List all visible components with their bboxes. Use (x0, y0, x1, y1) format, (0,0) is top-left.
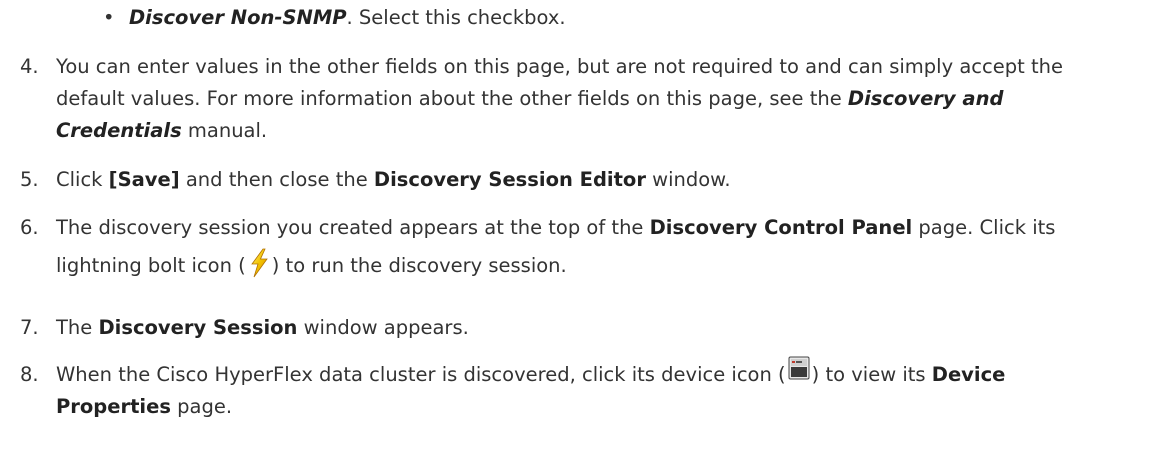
step-text: window. (645, 168, 731, 191)
step-line: default values. For more information abo… (56, 83, 1160, 115)
step-text: window appears. (297, 316, 469, 339)
step-body: You can enter values in the other fields… (56, 51, 1160, 147)
step-text: The discovery session you created appear… (56, 216, 650, 239)
device-label: Device (931, 363, 1006, 386)
step-text: ) to view its (811, 363, 932, 386)
step-6: 6. The discovery session you created app… (20, 212, 1160, 282)
device-icon (788, 356, 810, 380)
properties-label: Properties (56, 395, 171, 418)
step-number: 5. (20, 168, 39, 191)
step-4: 4. You can enter values in the other fie… (20, 51, 1160, 147)
bullet-label: Discover Non-SNMP (129, 6, 347, 29)
step-line: Credentials manual. (56, 115, 1160, 147)
step-text: page. Click its (912, 216, 1056, 239)
manual-link: Discovery and (847, 87, 1004, 110)
step-text: manual. (181, 119, 268, 142)
bullet-discover-non-snmp: • Discover Non-SNMP. Select this checkbox… (103, 2, 566, 34)
step-text: lightning bolt icon ( (56, 254, 246, 277)
step-text: page. (170, 395, 233, 418)
step-number: 8. (20, 363, 39, 386)
step-8: 8. When the Cisco HyperFlex data cluster… (20, 356, 1160, 423)
step-text: When the Cisco HyperFlex data cluster is… (56, 363, 786, 386)
step-5: 5. Click [Save] and then close the Disco… (20, 164, 1160, 196)
bullet-text: . Select this checkbox. (346, 6, 566, 29)
bullet-dot: • (103, 6, 115, 29)
step-line: Properties page. (56, 391, 1160, 423)
step-text: The (56, 316, 99, 339)
step-body: The discovery session you created appear… (56, 212, 1160, 282)
step-line: When the Cisco HyperFlex data cluster is… (56, 356, 1160, 391)
step-number: 6. (20, 216, 39, 239)
step-7: 7. The Discovery Session window appears. (20, 312, 1160, 344)
step-number: 4. (20, 55, 39, 78)
lightning-bolt-icon (248, 248, 270, 278)
step-number: 7. (20, 316, 39, 339)
control-panel-label: Discovery Control Panel (649, 216, 913, 239)
step-text: default values. For more information abo… (56, 87, 848, 110)
step-body: Click [Save] and then close the Discover… (56, 164, 1160, 196)
step-line: The discovery session you created appear… (56, 212, 1160, 244)
editor-label: Discovery Session Editor (373, 168, 646, 191)
save-label: [Save] (108, 168, 180, 191)
step-text: and then close the (179, 168, 374, 191)
step-text: Click (56, 168, 109, 191)
document-page: • Discover Non-SNMP. Select this checkbox… (0, 0, 1167, 463)
session-window-label: Discovery Session (98, 316, 298, 339)
step-line: lightning bolt icon ( ) to run the discov… (56, 248, 1160, 282)
step-body: The Discovery Session window appears. (56, 312, 1160, 344)
step-text: ) to run the discovery session. (271, 254, 567, 277)
manual-link-continued: Credentials (56, 119, 182, 142)
step-line: You can enter values in the other fields… (56, 55, 1063, 78)
step-body: When the Cisco HyperFlex data cluster is… (56, 356, 1160, 423)
